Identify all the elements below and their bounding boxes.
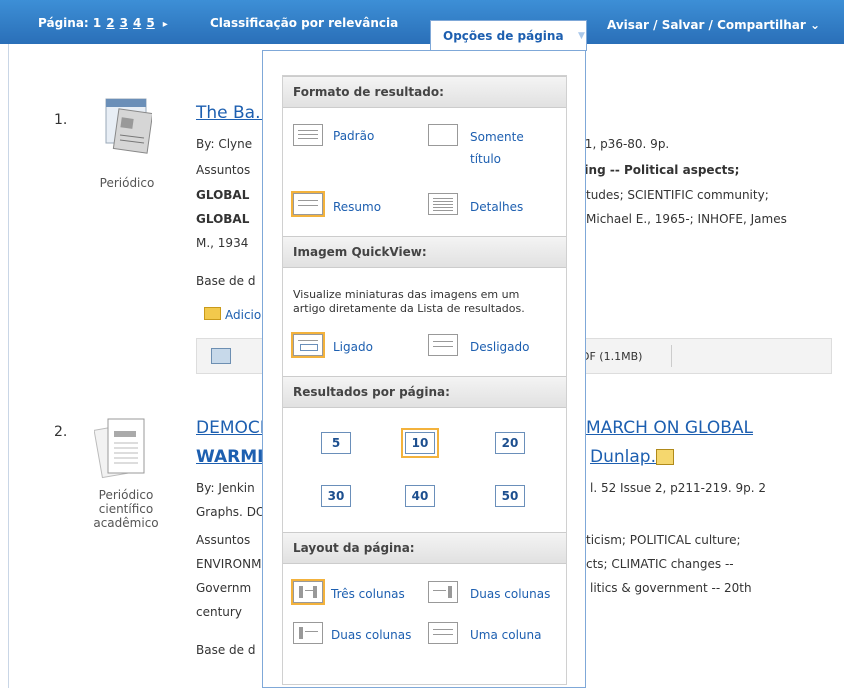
preview-icon[interactable] [656, 449, 674, 465]
subjects-label: Assuntos [196, 163, 251, 177]
periodical-icon[interactable] [104, 97, 152, 169]
subjects-text: GLOBAL [196, 212, 250, 226]
title-only-format-icon[interactable] [428, 124, 458, 146]
subjects-text: GLOBAL [196, 188, 250, 202]
pdf-full-text-link[interactable]: DF (1.1MB) [581, 350, 642, 363]
page-label: Página: 1 [38, 16, 102, 30]
source-line: Graphs. DO [196, 505, 266, 519]
chevron-down-icon: ▼ [578, 31, 585, 41]
database-line: Base de d [196, 274, 256, 288]
subjects-text: Michael E., 1965-; INHOFE, James [586, 212, 787, 226]
type-line: Periódico [98, 488, 154, 502]
database-line: Base de d [196, 643, 256, 657]
two-column-layout-icon[interactable] [428, 581, 458, 603]
subjects-label: Assuntos [196, 533, 251, 547]
full-text-icon[interactable] [211, 348, 231, 364]
share-menu[interactable]: Avisar / Salvar / Compartilhar ⌄ [607, 18, 820, 32]
subjects-text: ticism; POLITICAL culture; [586, 533, 741, 547]
source-line: l. 52 Issue 2, p211-219. 9p. 2 [590, 481, 767, 495]
description-line: Visualize miniaturas das imagens em um [293, 288, 520, 301]
page-options-label: Opções de página [443, 29, 564, 43]
academic-journal-icon[interactable] [94, 417, 152, 483]
quickview-section-header: Imagem QuickView: [283, 236, 566, 268]
layout-one-column-option[interactable]: Uma coluna [470, 628, 541, 642]
author-line: By: Jenkin [196, 481, 255, 495]
subjects-text: Governm [196, 581, 252, 595]
page-link-4[interactable]: 4 [133, 16, 141, 30]
subjects-text: tudes; SCIENTIFIC community; [586, 188, 769, 202]
per-page-50[interactable]: 50 [495, 485, 525, 507]
per-page-20[interactable]: 20 [495, 432, 525, 454]
per-page-30[interactable]: 30 [321, 485, 351, 507]
thumbnails-icon [300, 344, 318, 351]
subjects-text: ENVIRONM [196, 557, 262, 571]
result-title-link[interactable]: MARCH ON GLOBAL [586, 418, 753, 438]
quickview-on-icon[interactable] [291, 332, 325, 358]
subjects-text: litics & government -- 20th [590, 581, 752, 595]
result-number: 2. [54, 424, 68, 440]
format-detailed-option[interactable]: Detalhes [470, 200, 523, 214]
result-title-link[interactable]: Dunlap. [590, 447, 656, 467]
page-link-2[interactable]: 2 [106, 16, 114, 30]
sort-dropdown[interactable]: Classificação por relevância [210, 16, 398, 30]
two-column-left-layout-icon[interactable] [293, 622, 323, 644]
subjects-text: rming -- Political aspects; [566, 163, 740, 177]
add-to-folder-label: Adicio [225, 308, 262, 322]
results-toolbar: Página: 1 2 3 4 5 ▸ Classificação por relevân… [0, 0, 844, 44]
brief-format-icon[interactable] [291, 191, 325, 217]
section-title: Resultados por página: [293, 385, 450, 399]
per-page-40[interactable]: 40 [405, 485, 435, 507]
standard-format-icon[interactable] [293, 124, 323, 146]
author-line: By: Clyne [196, 137, 253, 151]
layout-two-columns-option[interactable]: Duas colunas [470, 587, 550, 601]
page-link-3[interactable]: 3 [120, 16, 128, 30]
quickview-on-option[interactable]: Ligado [333, 340, 373, 354]
format-brief-option[interactable]: Resumo [333, 200, 381, 214]
result-title-link[interactable]: WARMI [196, 447, 263, 467]
result-type-label: Periódico [99, 176, 155, 190]
section-title: Imagem QuickView: [293, 245, 427, 259]
add-to-folder-link[interactable]: Adicio [204, 307, 261, 322]
format-title-only-option[interactable]: Somente título [470, 126, 524, 170]
next-page-icon[interactable]: ▸ [163, 19, 168, 30]
page-options-panel: Formato de resultado: Padrão Somente títu… [262, 50, 586, 688]
result-number: 1. [54, 112, 68, 128]
divider [8, 44, 9, 688]
section-title: Layout da página: [293, 541, 415, 555]
divider [671, 345, 672, 367]
description-line: artigo diretamente da Lista de resultado… [293, 302, 525, 315]
result-title-link[interactable]: The Ba... [196, 103, 271, 123]
layout-two-columns-left-option[interactable]: Duas colunas [331, 628, 411, 642]
folder-icon [204, 307, 221, 320]
option-label: título [470, 152, 502, 166]
pagination: Página: 1 2 3 4 5 ▸ [38, 16, 168, 30]
result-title-link[interactable]: DEMOCR [196, 418, 272, 438]
page-options-inner: Formato de resultado: Padrão Somente títu… [282, 75, 567, 685]
layout-three-columns-option[interactable]: Três colunas [331, 587, 405, 601]
results-per-page-header: Resultados por página: [283, 376, 566, 408]
result-type-label: Periódico científico acadêmico [88, 488, 164, 530]
one-column-layout-icon[interactable] [428, 622, 458, 644]
per-page-10[interactable]: 10 [401, 428, 439, 458]
option-label: Somente [470, 130, 524, 144]
page-layout-header: Layout da página: [283, 532, 566, 564]
detailed-format-icon[interactable] [428, 193, 458, 215]
format-section-header: Formato de resultado: [283, 76, 566, 108]
subjects-text: century [196, 605, 242, 619]
subjects-text: cts; CLIMATIC changes -- [586, 557, 734, 571]
quickview-description: Visualize miniaturas das imagens em um ar… [293, 288, 563, 316]
page-options-tab[interactable]: Opções de página ▼ [430, 20, 587, 51]
type-line: acadêmico [93, 516, 159, 530]
three-column-layout-icon[interactable] [291, 579, 325, 605]
page-link-5[interactable]: 5 [146, 16, 154, 30]
per-page-5[interactable]: 5 [321, 432, 351, 454]
type-line: científico [98, 502, 154, 516]
section-title: Formato de resultado: [293, 85, 444, 99]
quickview-off-icon[interactable] [428, 334, 458, 356]
format-standard-option[interactable]: Padrão [333, 129, 374, 143]
subjects-text: M., 1934 [196, 236, 249, 250]
quickview-off-option[interactable]: Desligado [470, 340, 529, 354]
